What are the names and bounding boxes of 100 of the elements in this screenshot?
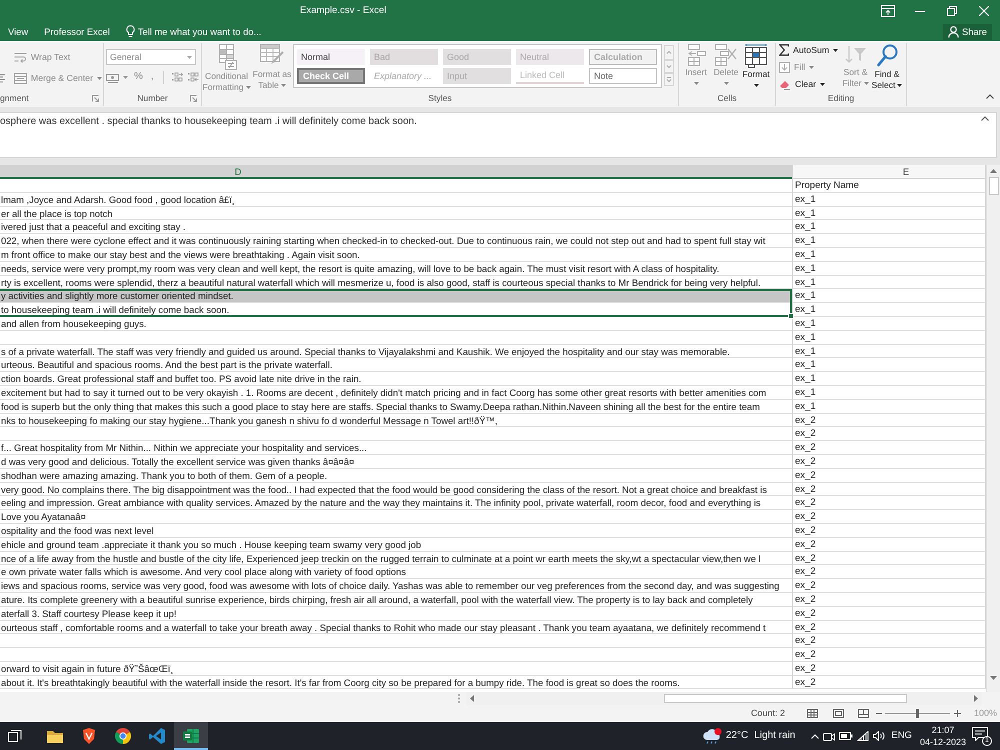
table-cell: 022, when there were cyclone effect and it was continuously raining starting when checked-in to checked-out. Due to continuous rain, we could not step out and had to spent full stay wit [0,234,792,248]
table-cell: ehicle and ground team .appreciate it thank you so much . House keeping team swamy very good job [0,538,792,552]
table-cell: ex_1 [792,358,986,372]
search-icon [876,44,898,68]
group-label: Cells [717,93,737,104]
table-cell: ex_1 [792,344,986,358]
dialog-launcher-icon[interactable] [190,95,197,102]
table-cell: ivered just that a peaceful and exciting stay . [0,220,792,234]
table-cell: ex_1 [792,289,986,304]
scrollbar-thumb[interactable] [988,177,998,195]
cell-style-option[interactable]: Calculation [589,49,657,65]
table-cell: orward to visit again in future ðŸ˜ŠâœŒï¸ [0,662,792,676]
table-cell: d was very good and delicious. Totally the excellent service was given thanks â¤â¤â¤ [0,454,792,469]
collapse-formula-bar-icon[interactable] [981,116,989,121]
table-cell: ex_2 [792,579,986,593]
cell-style-option[interactable]: Bad [370,49,438,65]
table-cell: m front office to make our stay best and the views were breathtaking . Again visit soon. [0,248,792,262]
table-cell: ex_2 [792,606,986,620]
table-cell: ex_1 [792,386,986,400]
zoom-slider[interactable] [884,709,950,718]
restore-icon[interactable] [947,6,957,16]
cell-style-option[interactable]: Linked Cell [516,68,584,84]
share-button[interactable]: Share [942,24,992,40]
insert-cells-icon [686,44,706,66]
lightbulb-icon [126,25,135,38]
ribbon-tab[interactable]: Professor Excel [36,23,118,40]
close-icon[interactable] [979,6,989,16]
column-header[interactable]: E [792,165,986,179]
table-cell: s of a private waterfall. The staff was very friendly and guided us around. Special thanks to Vijayalakshmi and Kaushik. We enjoyed the hospitality and our stay was memorable. [0,344,792,358]
cell-style-option[interactable]: Note [589,68,657,84]
battery-icon[interactable] [839,732,854,740]
page-break-preview-icon[interactable] [858,709,869,718]
notification-icon[interactable] [972,727,988,741]
cell-style-option[interactable]: Explanatory ... [370,68,438,84]
cell-style-option[interactable]: Good [443,49,511,65]
table-cell: iews and spacious rooms, service was very good, food was awesome with lots of choice daily. Yashas was able to remember our veg preferences from the second day, and was suggesting [0,579,792,593]
fill-handle[interactable] [788,312,794,319]
cell-style-option[interactable]: Input [443,68,511,84]
table-cell: ex_2 [792,468,986,483]
clock-button[interactable]: 21:07 04-12-2023 [920,724,966,748]
table-cell: ex_2 [792,565,986,580]
code-editor-icon [149,728,165,744]
browser-icon [115,728,131,744]
table-cell: ction boards. Great professional staff and buffet too. PS avoid late nite drive in the rain. [0,372,792,386]
zoom-in-icon[interactable] [954,710,961,717]
table-cell: ex_2 [792,538,986,552]
scrollbar-thumb[interactable] [664,694,907,703]
zoom-level[interactable]: 100% [974,708,997,719]
cell-style-option[interactable]: Normal [297,49,365,65]
cell-style-option[interactable]: Neutral [516,49,584,65]
table-cell: eeling and impression. Great ambiance with quality services. Amazed by the nature and the way they maintains it. The infinity pool, private waterfall, room decor, food and everything is [0,496,792,510]
signal-icon[interactable] [857,731,870,741]
wrap-text-icon [14,52,27,63]
table-cell: nce of a life away from the hustle and bustle of the city life, Experienced jeep treckin on the rugged terrain to culminate at a point wr earth meets the sky,wt a spectacular view,then we l [0,552,792,566]
table-cell: ex_2 [792,524,986,538]
group-label: gnment [0,93,29,104]
person-icon [948,26,959,38]
ribbon-display-options-icon[interactable] [881,5,895,17]
clear-button[interactable]: Clear [778,77,842,92]
table-cell: ex_1 [792,220,986,234]
page-layout-icon[interactable] [832,709,844,718]
cell-style-option[interactable]: Check Cell [297,68,365,84]
table-cell: er all the place is top notch [0,206,792,220]
scroll-down-icon[interactable] [990,676,997,680]
task-view-icon [8,730,22,742]
chevron-up-icon[interactable] [811,734,820,738]
vertical-scrollbar[interactable] [986,165,1000,692]
find-select-button[interactable]: Find & Select [869,43,905,92]
collapse-ribbon-icon[interactable] [986,94,994,99]
table-cell: ex_2 [792,496,986,510]
scroll-right-icon[interactable] [974,695,978,702]
group-label: Editing [828,93,854,104]
scroll-left-icon[interactable] [470,695,474,702]
tell-me-field[interactable]: Tell me what you want to do... [138,26,268,38]
normal-view-icon[interactable] [806,709,818,718]
format-button[interactable]: Format [741,43,771,92]
table-cell: f... Great hospitality from Mr Nithin... Nithin we appreciate your hospitality and services... [0,441,792,455]
table-cell: and allen from housekeeping guys. [0,316,792,331]
table-cell: ex_1 [792,248,986,262]
table-cell: ex_1 [792,330,986,345]
align-icon[interactable] [0,74,5,83]
zoom-slider-thumb[interactable] [916,709,920,718]
autosum-button[interactable]: AutoSum [778,43,842,58]
formula-bar-field[interactable]: osphere was excellent . special thanks to housekeeping team .i will definitely come back soon. [0,112,997,158]
ribbon-tab[interactable]: View [0,23,36,40]
column-header[interactable]: D [0,165,792,179]
camera-icon[interactable] [823,730,836,742]
weather-button[interactable]: 22°C Light rain [700,728,798,744]
format-cells-icon [745,44,767,68]
table-cell: needs, service were very prompt,my room was very clean and well kept, the resort is quite amazing, will love to be back again. The must visit resort with A class of hospitality. [0,262,792,276]
split-handle-icon[interactable] [458,694,460,703]
table-cell: ex_1 [792,400,986,414]
volume-icon[interactable] [873,731,886,741]
dialog-launcher-icon[interactable] [92,95,99,102]
sigma-icon [779,44,789,56]
scroll-up-icon[interactable] [990,169,997,173]
language-indicator[interactable]: ENG [891,730,912,742]
table-cell: Property Name [792,179,986,193]
table-cell: ex_2 [792,454,986,469]
table-cell: ature. Its complete greenery with a beautiful sunrise experience, birds chirping, fresh air all around, a waterfall, pool with the waterfall view. The property is to lay back and completely [0,592,792,607]
